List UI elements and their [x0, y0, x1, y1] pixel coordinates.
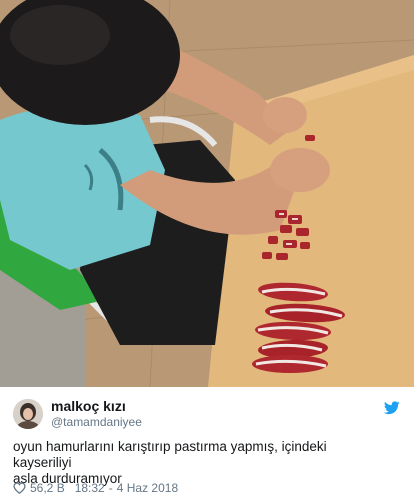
tweet-time[interactable]: 18:32	[75, 481, 105, 495]
tweet-text-line-1: oyun hamurlarını karıştırıp pastırma yap…	[13, 439, 327, 470]
separator: -	[108, 481, 113, 495]
tweet-meta: 56,2 B 18:32 - 4 Haz 2018	[13, 481, 178, 495]
tweet-text: oyun hamurlarını karıştırıp pastırma yap…	[13, 439, 383, 487]
heart-icon[interactable]	[13, 482, 26, 494]
tweet-card: malkoç kızı @tamamdaniyee oyun hamurları…	[0, 387, 414, 500]
user-avatar[interactable]	[13, 399, 43, 429]
photo-illustration	[0, 0, 414, 387]
user-handle[interactable]: @tamamdaniyee	[51, 415, 142, 429]
display-name[interactable]: malkoç kızı	[51, 398, 126, 414]
twitter-bird-icon[interactable]	[383, 401, 400, 415]
tweet-photo[interactable]	[0, 0, 414, 387]
like-count[interactable]: 56,2 B	[30, 481, 65, 495]
tweet-date[interactable]: 4 Haz 2018	[117, 481, 178, 495]
